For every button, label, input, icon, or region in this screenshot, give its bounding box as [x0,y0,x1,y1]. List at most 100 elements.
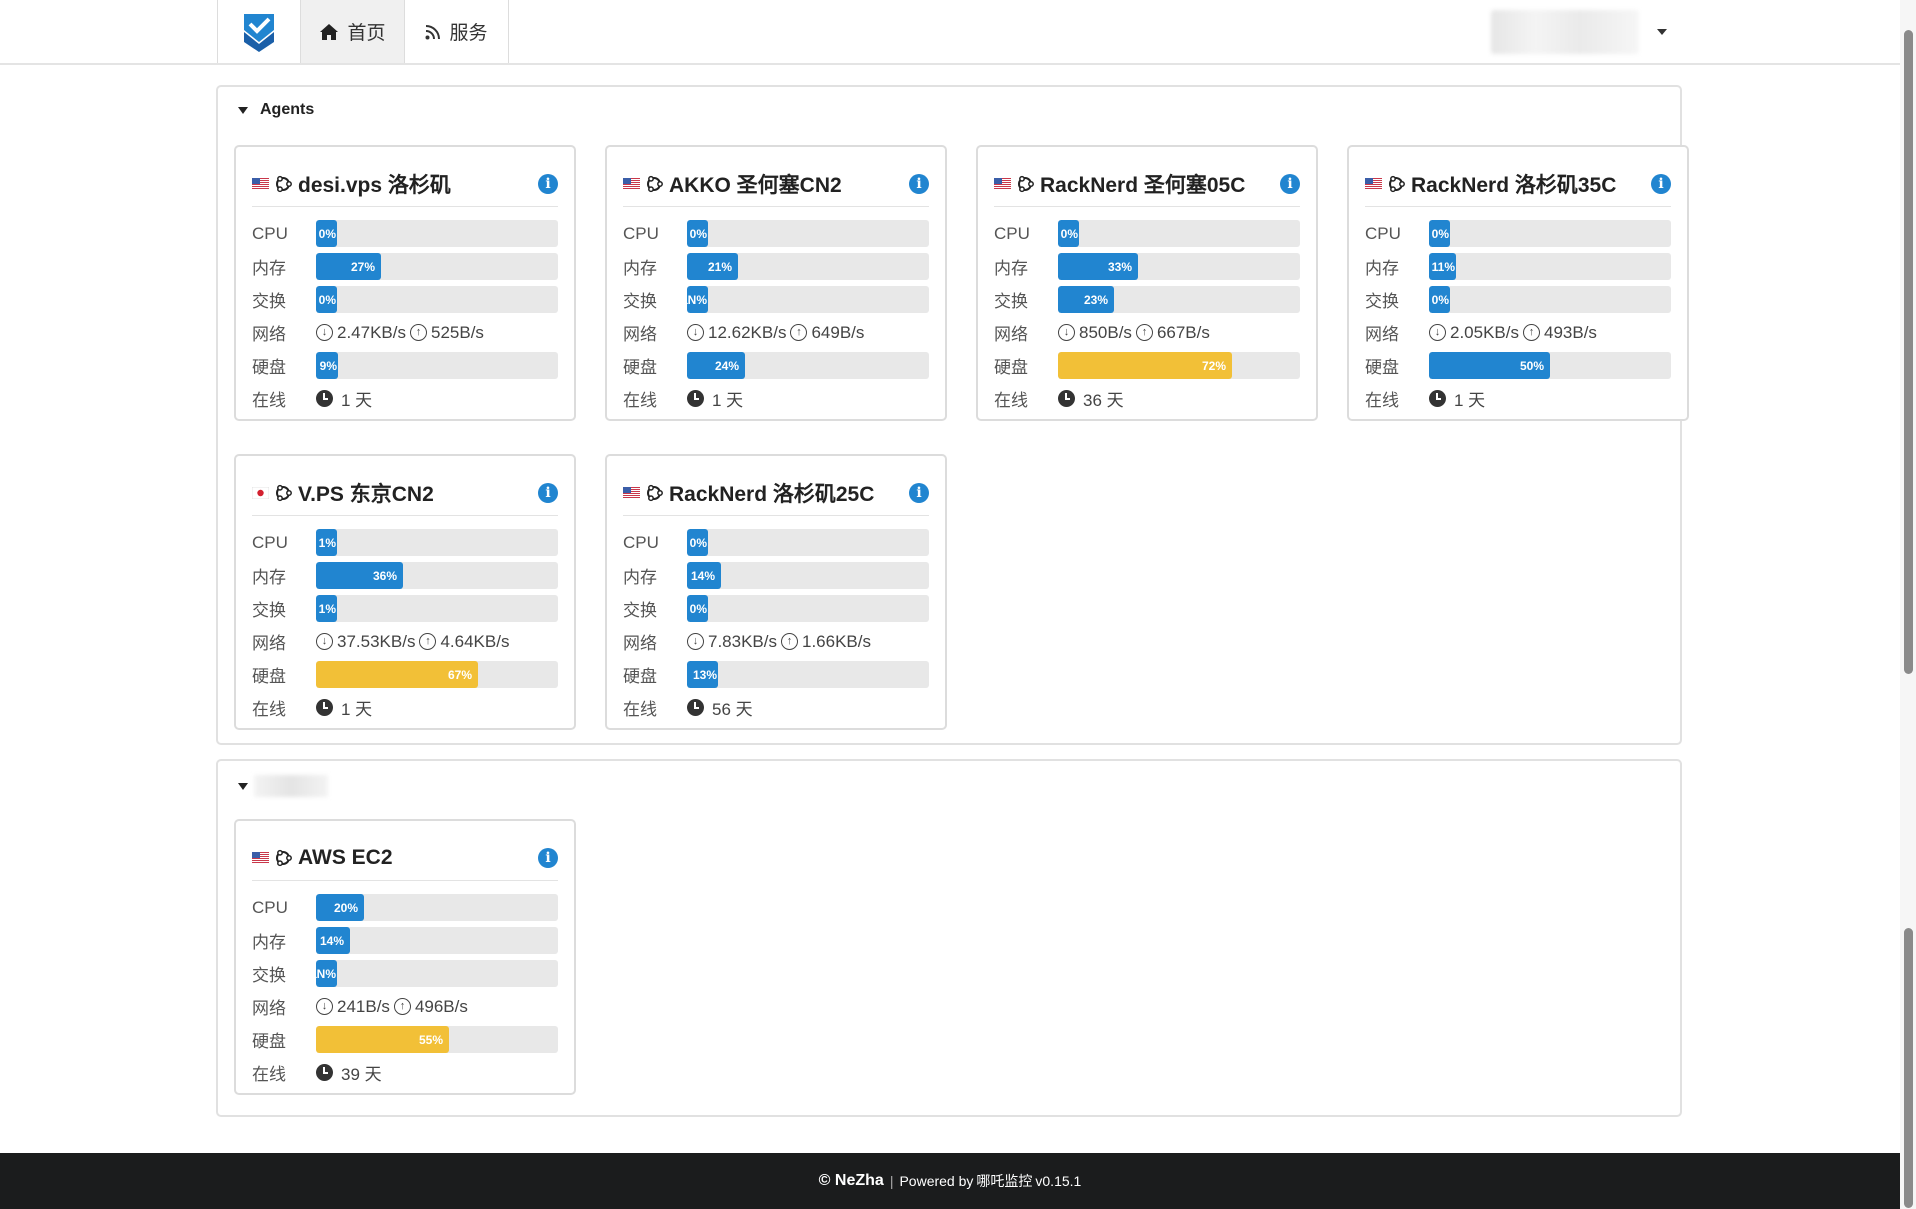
server-stats: CPU 1% 内存 36% 交换 1% 网络 ↓ 37.53KB/s ↑ 4.64KB/s 硬盘 67%… [252,526,558,724]
stat-row-swap: 交换 0% [623,592,929,625]
info-icon[interactable]: i [538,174,558,194]
mem-progress-bar: 21% [687,253,929,280]
nav-services-label: 服务 [449,23,488,44]
nav-home[interactable]: 首页 [301,0,405,63]
mem-progress-bar: 36% [316,562,558,589]
scrollbar-thumb-secondary[interactable] [1904,928,1913,1208]
mem-percent-label: 11% [1431,259,1455,274]
cpu-progress-fill: 0% [1429,220,1450,247]
download-arrow-icon: ↓ [687,633,704,650]
info-icon[interactable]: i [909,174,929,194]
disk-percent-label: 55% [418,1032,443,1047]
mem-progress-fill: 33% [1058,253,1138,280]
uptime-value: 39 天 [316,1060,382,1085]
ubuntu-icon [1018,175,1034,192]
info-icon[interactable]: i [909,483,929,503]
mem-progress-bar: 11% [1429,253,1671,280]
clock-icon [687,699,704,716]
scrollbar-thumb[interactable] [1904,30,1913,674]
stat-row-disk: 硬盘 67% [252,658,558,691]
swap-progress-fill: NaN% [316,960,337,987]
swap-progress-fill: 0% [316,286,337,313]
usa-flag-icon [994,177,1011,190]
swap-progress-fill: 1% [316,595,337,622]
stat-row-net: 网络 ↓ 12.62KB/s ↑ 649B/s [623,316,929,349]
uptime-value: 1 天 [316,695,372,720]
stat-label-cpu: CPU [623,532,659,552]
disk-progress-fill: 67% [316,661,478,688]
download-arrow-icon: ↓ [316,324,333,341]
clock-icon [1429,390,1446,407]
stat-label-net: 网络 [252,634,286,653]
stat-row-cpu: CPU 1% [252,526,558,559]
swap-progress-fill: 0% [1429,286,1450,313]
mem-progress-fill: 11% [1429,253,1456,280]
download-arrow-icon: ↓ [316,633,333,650]
rss-icon [425,24,441,39]
swap-percent-label: 0% [1431,292,1449,307]
nav-services[interactable]: 服务 [405,0,509,63]
server-card: AWS EC2 i CPU 20% 内存 14% 交换 NaN% 网络 ↓241B/s↑496B/… [234,819,576,1095]
swap-progress-bar: 0% [1429,286,1671,313]
net-down-value: 850B/s [1079,322,1132,342]
stat-label-cpu: CPU [252,897,288,917]
disk-progress-fill: 55% [316,1026,449,1053]
info-icon[interactable]: i [538,483,558,503]
stat-row-swap: 交换 NaN% [623,283,929,316]
swap-progress-bar: 23% [1058,286,1300,313]
footer-version: v0.15.1 [1035,1173,1082,1189]
stat-label-uptime: 在线 [994,391,1028,410]
uptime-value: 36 天 [1058,386,1124,411]
server-stats: CPU 0% 内存 21% 交换 NaN% 网络 ↓12.62KB/s↑649B/s 硬盘 24%… [623,217,929,415]
cpu-progress-bar: 20% [316,894,558,921]
stat-label-net: 网络 [252,325,286,344]
stat-label-uptime: 在线 [1365,391,1399,410]
swap-progress-bar: 0% [316,286,558,313]
uptime-text: 1 天 [712,391,744,410]
info-icon[interactable]: i [1651,174,1671,194]
mem-percent-label: 36% [372,568,397,583]
disk-progress-fill: 72% [1058,352,1232,379]
swap-percent-label: NaN% [687,292,707,307]
info-icon[interactable]: i [538,848,558,868]
user-menu[interactable] [1491,0,1671,63]
disk-progress-bar: 67% [316,661,558,688]
stat-label-mem: 内存 [252,933,286,952]
server-card-header: AWS EC2 i [252,835,558,881]
page-footer: © NeZha | Powered by 哪吒监控 v0.15.1 [0,1153,1900,1209]
net-down-value: 241B/s [337,996,390,1016]
footer-product-link[interactable]: 哪吒监控 [976,1171,1032,1191]
stat-row-mem: 内存 14% [623,559,929,592]
japan-flag-icon [252,486,269,499]
stat-row-net: 网络 ↓ 7.83KB/s ↑ 1.66KB/s [623,625,929,658]
cpu-percent-label: 0% [689,535,707,550]
ubuntu-icon [276,175,292,192]
stat-label-net: 网络 [994,325,1028,344]
footer-separator: | [889,1173,894,1189]
group-header[interactable] [238,775,328,797]
stat-row-uptime: 在线 36 天 [994,382,1300,415]
stat-label-disk: 硬盘 [623,667,657,686]
stat-label-uptime: 在线 [252,1065,286,1084]
stat-label-disk: 硬盘 [252,358,286,377]
stat-row-uptime: 在线 1 天 [252,382,558,415]
disk-percent-label: 67% [447,667,472,682]
group-title-blurred [254,775,328,797]
stat-label-swap: 交换 [623,601,657,620]
usa-flag-icon [623,486,640,499]
group-header[interactable]: Agents [238,101,314,119]
stat-label-cpu: CPU [252,223,288,243]
disk-progress-bar: 50% [1429,352,1671,379]
cpu-progress-fill: 1% [316,529,337,556]
page-scrollbar[interactable] [1900,0,1916,1209]
stat-row-swap: 交换 23% [994,283,1300,316]
swap-percent-label: 0% [689,601,707,616]
disk-progress-fill: 24% [687,352,745,379]
swap-percent-label: 23% [1083,292,1108,307]
mem-progress-bar: 27% [316,253,558,280]
info-icon[interactable]: i [1280,174,1300,194]
brand-logo[interactable] [217,0,301,63]
stat-row-mem: 内存 36% [252,559,558,592]
stat-label-mem: 内存 [994,259,1028,278]
stat-row-swap: 交换 1% [252,592,558,625]
